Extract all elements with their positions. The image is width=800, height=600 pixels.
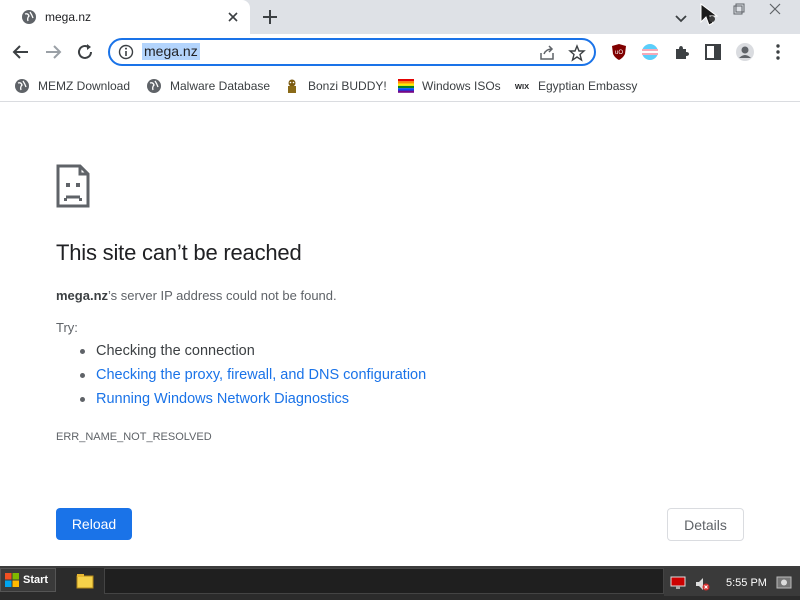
suggestion-network-diagnostics-link[interactable]: Running Windows Network Diagnostics: [78, 388, 426, 412]
start-button[interactable]: Start: [0, 568, 56, 592]
bookmark-label: MEMZ Download: [38, 79, 131, 93]
error-code: ERR_NAME_NOT_RESOLVED: [56, 431, 212, 443]
tab-title: mega.nz: [45, 10, 92, 24]
error-summary: mega.nz’s server IP address could not be…: [56, 288, 337, 303]
new-tab-icon[interactable]: [260, 7, 280, 27]
bookmark-malware-database[interactable]: Malware Database: [146, 77, 270, 95]
wix-icon: WIX: [515, 82, 529, 91]
reload-button[interactable]: Reload: [56, 508, 132, 540]
details-button[interactable]: Details: [667, 508, 744, 541]
taskbar-window-area: [104, 568, 664, 594]
svg-text:WIX: WIX: [515, 82, 529, 91]
error-domain: mega.nz: [56, 288, 109, 303]
share-icon[interactable]: [538, 44, 556, 62]
close-window-icon[interactable]: [768, 2, 782, 16]
close-tab-icon[interactable]: [224, 8, 242, 26]
reload-icon[interactable]: [75, 42, 95, 62]
svg-text:uO: uO: [615, 50, 623, 56]
globe-icon: [15, 79, 29, 93]
bonzi-icon: [288, 79, 296, 93]
globe-icon: [147, 79, 161, 93]
side-panel-icon[interactable]: [703, 42, 723, 62]
windows-logo-icon: [5, 573, 19, 587]
menu-kebab-icon[interactable]: [768, 42, 788, 62]
extensions-puzzle-icon[interactable]: [672, 42, 692, 62]
url-text[interactable]: mega.nz: [142, 43, 200, 60]
clock: 5:55 PM: [726, 577, 767, 589]
bookmark-star-icon[interactable]: [568, 44, 586, 62]
profile-avatar-icon[interactable]: [735, 42, 755, 62]
network-monitor-icon[interactable]: [670, 576, 686, 590]
chevron-down-icon[interactable]: [672, 9, 690, 27]
browser-toolbar: mega.nz uO: [0, 34, 800, 70]
back-icon[interactable]: [11, 42, 31, 62]
bookmark-label: Malware Database: [170, 79, 271, 93]
bookmark-windows-isos[interactable]: Windows ISOs: [398, 77, 501, 95]
windows-icon: [398, 79, 414, 93]
bookmark-label: Bonzi BUDDY!: [308, 79, 387, 93]
sad-page-icon: [56, 164, 90, 208]
address-bar[interactable]: mega.nz: [108, 38, 596, 66]
taskbar: Start 5:55 PM: [0, 566, 800, 600]
tab-active[interactable]: mega.nz: [0, 0, 250, 34]
ublock-origin-icon[interactable]: uO: [609, 42, 629, 62]
suggestion-check-proxy-link[interactable]: Checking the proxy, firewall, and DNS co…: [78, 364, 426, 388]
bookmark-bonzi-buddy[interactable]: Bonzi BUDDY!: [284, 77, 387, 95]
restore-window-icon[interactable]: [732, 2, 746, 16]
bookmarks-bar: MEMZ Download Malware Database Bonzi BUD…: [0, 70, 800, 102]
mouse-cursor-icon: [700, 3, 719, 26]
site-info-icon[interactable]: [118, 44, 134, 60]
start-label: Start: [23, 574, 49, 586]
globe-icon: [22, 10, 36, 24]
forward-icon[interactable]: [43, 42, 63, 62]
bookmark-egyptian-embassy[interactable]: WIX Egyptian Embassy: [514, 77, 637, 95]
tray-app-icon[interactable]: [776, 576, 792, 590]
file-explorer-icon[interactable]: [74, 570, 96, 592]
suggestions-list: Checking the connection Checking the pro…: [78, 340, 426, 412]
tab-strip: mega.nz: [0, 0, 800, 34]
try-label: Try:: [56, 320, 78, 335]
volume-muted-icon[interactable]: [694, 576, 710, 592]
error-summary-text: ’s server IP address could not be found.: [108, 288, 337, 303]
error-title: This site can’t be reached: [56, 240, 302, 265]
bookmark-label: Egyptian Embassy: [538, 79, 638, 93]
suggestion-check-connection: Checking the connection: [78, 340, 426, 364]
trans-flag-extension-icon[interactable]: [640, 42, 660, 62]
system-tray: 5:55 PM: [664, 568, 800, 596]
bookmark-memz-download[interactable]: MEMZ Download: [14, 77, 130, 95]
bookmark-label: Windows ISOs: [422, 79, 501, 93]
